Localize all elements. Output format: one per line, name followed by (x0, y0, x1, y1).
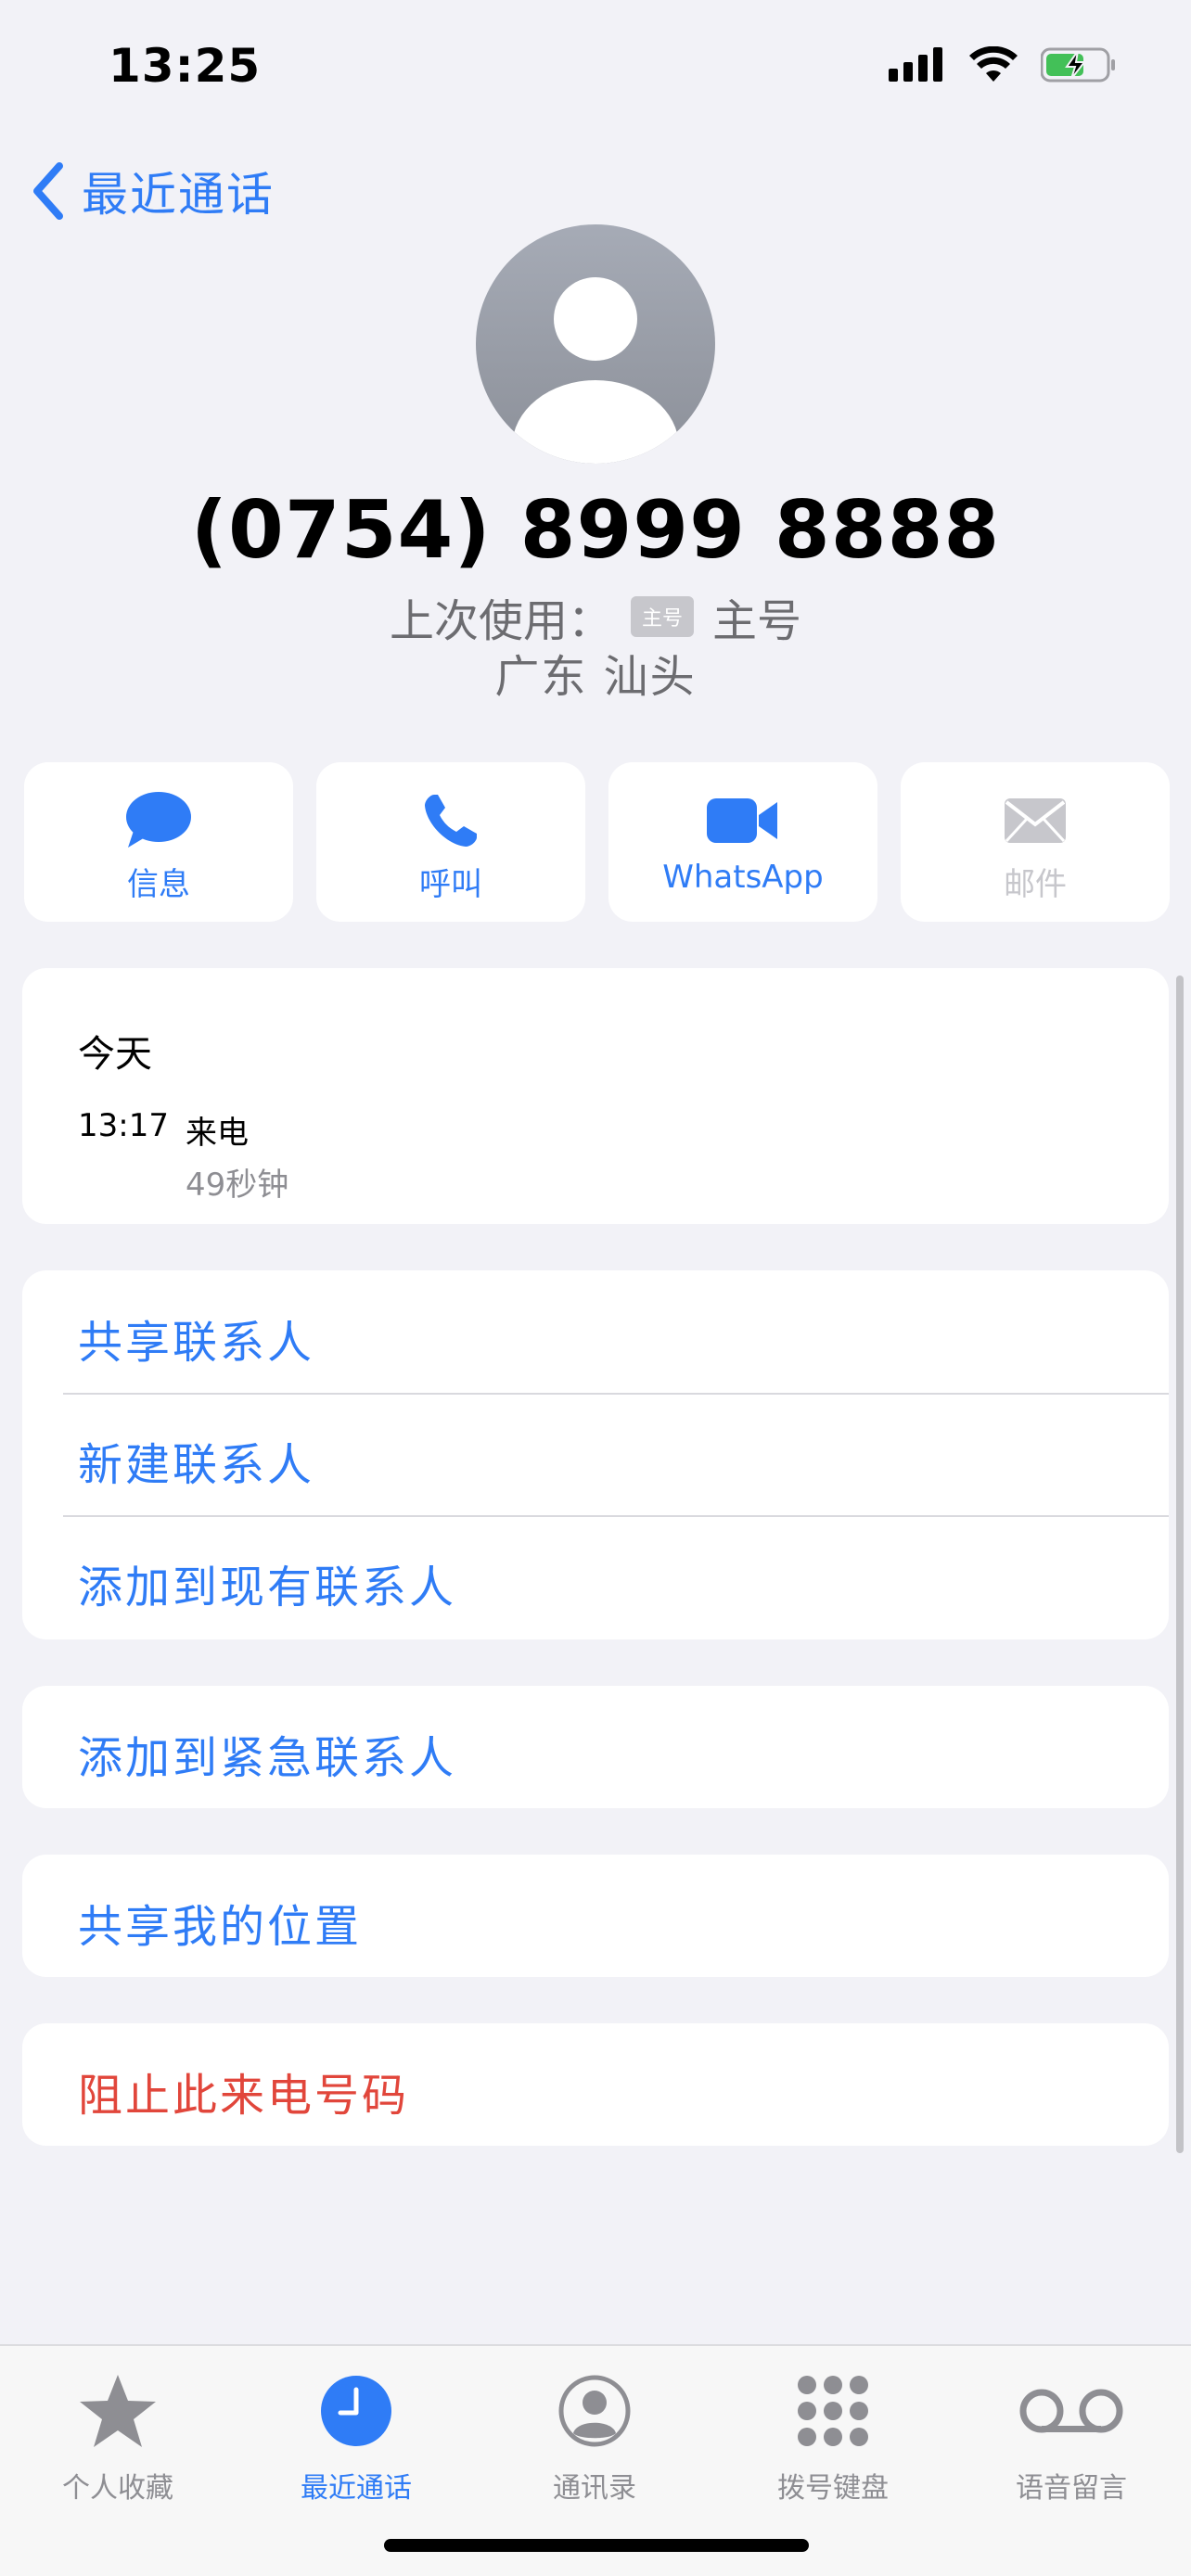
message-button[interactable]: 信息 (24, 762, 293, 922)
share-my-location-button[interactable]: 共享我的位置 (78, 1890, 362, 1955)
tab-favorites-label: 个人收藏 (62, 2472, 173, 2505)
contact-icon (558, 2375, 631, 2447)
back-label: 最近通话 (82, 168, 275, 222)
divider (63, 1515, 1169, 1517)
line-badge: 主号 (630, 596, 694, 637)
tab-contacts[interactable]: 通讯录 (502, 2366, 687, 2506)
status-time: 13:25 (109, 39, 262, 93)
tab-recents[interactable]: 最近通话 (263, 2366, 449, 2506)
recent-call-type: 来电 (186, 1115, 249, 1152)
battery-charging-icon (1041, 47, 1115, 83)
message-label: 信息 (127, 866, 190, 903)
recent-calls-card: 今天 13:17 来电 49秒钟 (22, 968, 1169, 1224)
wifi-icon (969, 46, 1018, 82)
share-contact-button[interactable]: 共享联系人 (78, 1306, 314, 1371)
tab-favorites[interactable]: 个人收藏 (25, 2366, 211, 2506)
call-label: 呼叫 (419, 866, 482, 903)
mail-icon (1005, 798, 1066, 843)
status-icons (889, 46, 1117, 83)
star-icon (80, 2375, 156, 2447)
keypad-icon (798, 2376, 868, 2446)
add-to-existing-contact-button[interactable]: 添加到现有联系人 (78, 1550, 456, 1615)
recent-call-duration: 49秒钟 (186, 1167, 289, 1204)
cellular-signal-icon (889, 47, 942, 82)
video-camera-icon (707, 798, 777, 843)
phone-icon (425, 795, 477, 847)
recent-day: 今天 (78, 1033, 152, 1076)
emergency-options-group: 添加到紧急联系人 (22, 1686, 1169, 1808)
chevron-left-icon (33, 162, 63, 220)
contact-options-group: 共享联系人 新建联系人 添加到现有联系人 (22, 1270, 1169, 1639)
voicemail-icon (1019, 2389, 1123, 2433)
tab-voicemail-label: 语音留言 (1016, 2472, 1127, 2505)
call-button[interactable]: 呼叫 (316, 762, 585, 922)
tab-keypad-label: 拨号键盘 (777, 2472, 889, 2505)
whatsapp-video-button[interactable]: WhatsApp (608, 762, 877, 922)
divider (63, 1393, 1169, 1395)
back-button[interactable]: 最近通话 (32, 158, 275, 224)
tab-recents-label: 最近通话 (301, 2472, 412, 2505)
add-to-emergency-contacts-button[interactable]: 添加到紧急联系人 (78, 1721, 456, 1786)
message-bubble-icon (126, 792, 191, 848)
clock-icon (321, 2376, 391, 2446)
person-silhouette-icon (512, 277, 679, 464)
tab-keypad[interactable]: 拨号键盘 (740, 2366, 926, 2506)
scrollbar[interactable] (1176, 976, 1184, 2153)
location-options-group: 共享我的位置 (22, 1855, 1169, 1977)
block-options-group: 阻止此来电号码 (22, 2023, 1169, 2146)
block-caller-button[interactable]: 阻止此来电号码 (78, 2059, 409, 2123)
phone-number: (0754) 8999 8888 (190, 484, 1001, 577)
home-indicator[interactable] (384, 2539, 809, 2552)
recent-call-time: 13:17 (78, 1107, 169, 1144)
new-contact-button[interactable]: 新建联系人 (78, 1428, 314, 1493)
avatar (476, 224, 715, 464)
mail-label: 邮件 (1004, 866, 1067, 903)
whatsapp-label: WhatsApp (662, 859, 824, 896)
mail-button[interactable]: 邮件 (901, 762, 1170, 922)
tab-voicemail[interactable]: 语音留言 (979, 2366, 1164, 2506)
tab-contacts-label: 通讯录 (553, 2472, 636, 2505)
location: 广东 汕头 (494, 651, 697, 703)
